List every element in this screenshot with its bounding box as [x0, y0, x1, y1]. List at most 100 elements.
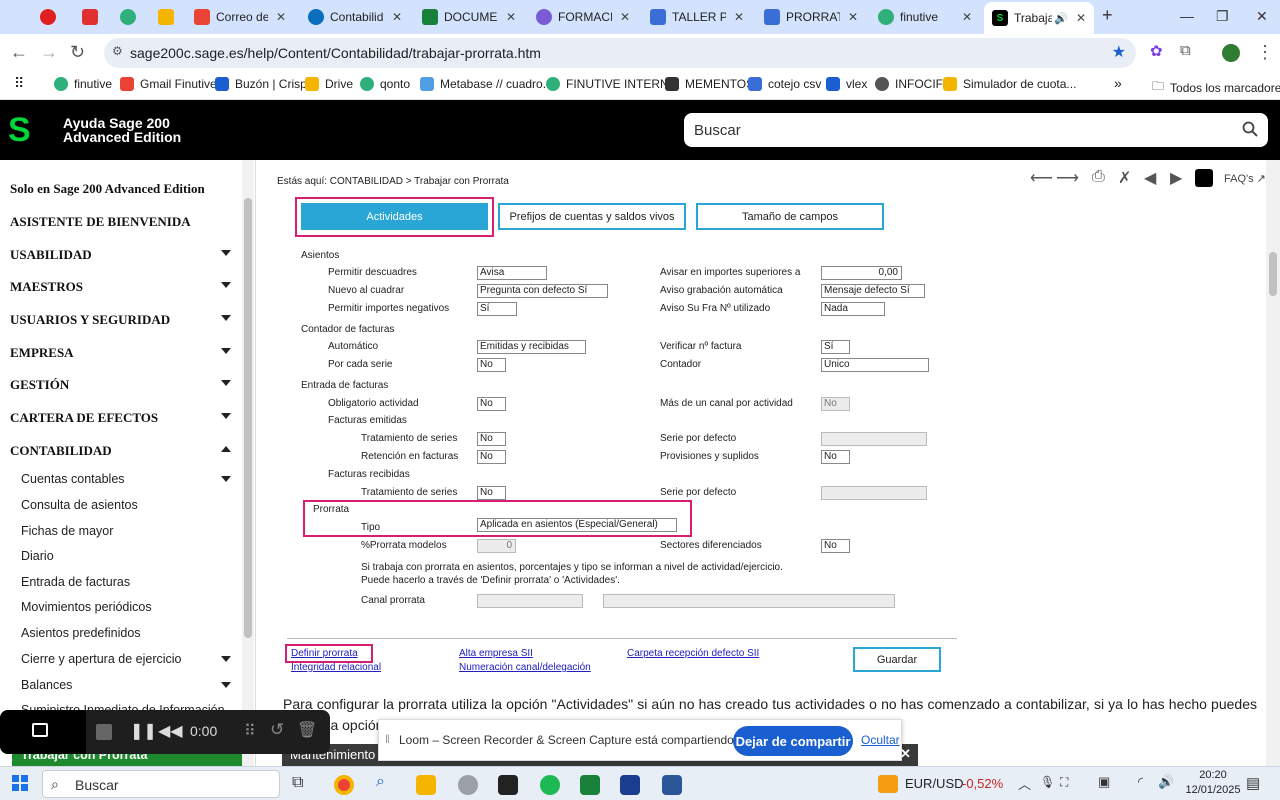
pause-icon[interactable]: ❚❚ — [130, 721, 157, 741]
field-nuevo-cuadrar[interactable]: Pregunta con defecto Sí — [477, 284, 608, 298]
tab-taller[interactable]: TALLER PRO ✕ — [650, 4, 746, 30]
sidebar-item-gestion[interactable]: GESTIÓN — [10, 377, 69, 393]
restart-icon[interactable]: ↺ — [270, 720, 284, 740]
chevron-down-icon[interactable] — [221, 250, 231, 256]
field-sectores[interactable]: No — [821, 539, 850, 553]
tab-document[interactable]: DOCUMENT ✕ — [422, 4, 518, 30]
forward-button[interactable]: → — [40, 42, 58, 63]
bookmark-qonto[interactable]: qonto — [360, 77, 410, 91]
reload-button[interactable]: ↻ — [70, 42, 85, 63]
app-icon[interactable] — [620, 775, 640, 795]
link-numeracion[interactable]: Numeración canal/delegación — [459, 662, 591, 673]
ticker-name[interactable]: EUR/USD — [905, 776, 964, 791]
speaker-icon[interactable]: 🔊 — [1054, 12, 1068, 25]
video-icon[interactable] — [1195, 169, 1213, 187]
task-view-icon[interactable]: ⧉ — [292, 774, 303, 792]
field-retencion[interactable]: No — [477, 450, 506, 464]
tab-4[interactable] — [158, 4, 180, 30]
previous-topic-icon[interactable]: ◀ — [1144, 168, 1156, 188]
sidebar-scrollbar[interactable] — [242, 160, 254, 766]
link-carpeta-sii[interactable]: Carpeta recepción defecto SII — [627, 648, 759, 659]
field-serie-def-e[interactable] — [821, 432, 927, 446]
drag-handle-icon[interactable]: ⠿ — [244, 721, 256, 741]
bookmark-finutive[interactable]: finutive — [54, 77, 112, 91]
print-icon[interactable]: ⎙ — [1092, 168, 1105, 186]
scrollbar-thumb[interactable] — [244, 198, 252, 638]
app-icon[interactable] — [458, 775, 478, 795]
tab-contabilidad[interactable]: Contabilidad ✕ — [308, 4, 404, 30]
field-automatico[interactable]: Emitidas y recibidas — [477, 340, 586, 354]
search-input[interactable]: Buscar — [694, 122, 741, 139]
extensions-puzzle-icon[interactable]: ⧉ — [1180, 42, 1191, 59]
window-close-button[interactable]: ✕ — [1256, 8, 1268, 25]
tab-prefijos[interactable]: Prefijos de cuentas y saldos vivos — [498, 203, 686, 230]
sidebar-item-movimientos[interactable]: Movimientos periódicos — [21, 600, 152, 614]
clock-time[interactable]: 20:20 — [1190, 769, 1236, 781]
camera-icon[interactable]: ⛶ — [1060, 775, 1068, 790]
rewind-icon[interactable]: ◀◀ — [158, 721, 183, 741]
sidebar-item-usuarios[interactable]: USUARIOS Y SEGURIDAD — [10, 312, 170, 328]
bookmark-simulador[interactable]: Simulador de cuota... — [943, 77, 1076, 91]
file-explorer-icon[interactable] — [416, 775, 436, 795]
tab-1[interactable] — [40, 4, 62, 30]
sidebar-item-diario[interactable]: Diario — [21, 549, 54, 563]
microphone-icon[interactable]: 🎙 — [1040, 775, 1055, 789]
url-text[interactable]: sage200c.sage.es/help/Content/Contabilid… — [130, 45, 541, 61]
tray-chevron-up-icon[interactable]: ︿ — [1018, 774, 1031, 793]
save-button[interactable]: Guardar — [853, 647, 941, 672]
chevron-down-icon[interactable] — [221, 476, 231, 482]
clock-date[interactable]: 12/01/2025 — [1184, 784, 1242, 796]
close-icon[interactable]: ✕ — [506, 10, 516, 24]
chevron-up-icon[interactable] — [221, 446, 231, 452]
profile-avatar[interactable] — [1222, 44, 1240, 62]
sidebar-item-asistente[interactable]: ASISTENTE DE BIENVENIDA — [10, 214, 191, 230]
bookmark-mementos[interactable]: MEMENTOS — [665, 77, 754, 91]
sage-logo[interactable]: S — [8, 113, 36, 147]
spotify-icon[interactable] — [540, 775, 560, 795]
bookmark-vlex[interactable]: vlex — [826, 77, 867, 91]
field-verificar[interactable]: Sí — [821, 340, 850, 354]
search-app-icon[interactable]: ⌕ — [376, 773, 385, 791]
link-alta-sii[interactable]: Alta empresa SII — [459, 648, 533, 659]
back-arrow-icon[interactable]: ⟵ — [1030, 168, 1053, 188]
field-avisar-sup[interactable]: 0,00 — [821, 266, 902, 280]
page-scrollbar[interactable] — [1266, 160, 1280, 766]
new-tab-button[interactable]: + — [1102, 5, 1113, 26]
tab-tamano[interactable]: Tamaño de campos — [696, 203, 884, 230]
field-pct-modelos[interactable]: 0 — [477, 539, 516, 553]
field-provisiones[interactable]: No — [821, 450, 850, 464]
windows-start-icon[interactable] — [12, 775, 28, 791]
field-permitir-negativos[interactable]: Sí — [477, 302, 517, 316]
close-icon[interactable]: ✕ — [900, 746, 911, 762]
tab-prorrata[interactable]: PRORRATA ✕ — [764, 4, 860, 30]
minimize-button[interactable]: — — [1180, 8, 1194, 24]
sidebar-item-consulta[interactable]: Consulta de asientos — [21, 498, 138, 512]
sidebar-item-entrada[interactable]: Entrada de facturas — [21, 575, 130, 589]
field-contador[interactable]: Único — [821, 358, 929, 372]
close-icon[interactable]: ✕ — [962, 10, 972, 24]
tab-correo[interactable]: Correo de Fi ✕ — [194, 4, 290, 30]
all-bookmarks[interactable]: 🗀 Todos los marcadores — [1152, 77, 1280, 98]
field-tipo[interactable]: Aplicada en asientos (Especial/General) — [477, 518, 677, 532]
close-icon[interactable]: ✕ — [848, 10, 858, 24]
taskbar-search[interactable]: ⌕ Buscar — [42, 770, 280, 798]
sidebar-item-usabilidad[interactable]: USABILIDAD — [10, 247, 92, 263]
ticker-change[interactable]: -0,52% — [962, 776, 1003, 791]
sidebar-item-balances[interactable]: Balances — [21, 678, 72, 692]
camera-toggle[interactable] — [0, 710, 86, 754]
more-bookmarks-icon[interactable]: » — [1114, 75, 1122, 91]
bookmark-finutive-interno[interactable]: FINUTIVE INTERNO — [546, 77, 678, 91]
tab-3[interactable] — [120, 4, 142, 30]
site-info-icon[interactable]: ⚙ — [112, 44, 123, 58]
maximize-button[interactable]: ❐ — [1216, 8, 1229, 25]
sidebar-item-maestros[interactable]: MAESTROS — [10, 279, 83, 295]
field-aviso-fra[interactable]: Nada — [821, 302, 885, 316]
screen-icon[interactable]: ▣ — [1098, 774, 1110, 790]
close-icon[interactable]: ✕ — [276, 10, 286, 24]
chevron-down-icon[interactable] — [221, 348, 231, 354]
search-icon[interactable] — [1242, 121, 1258, 137]
field-trat-series-e[interactable]: No — [477, 432, 506, 446]
scrollbar-thumb[interactable] — [1269, 252, 1277, 296]
sidebar-item-asientos-predef[interactable]: Asientos predefinidos — [21, 626, 141, 640]
chevron-down-icon[interactable] — [221, 682, 231, 688]
